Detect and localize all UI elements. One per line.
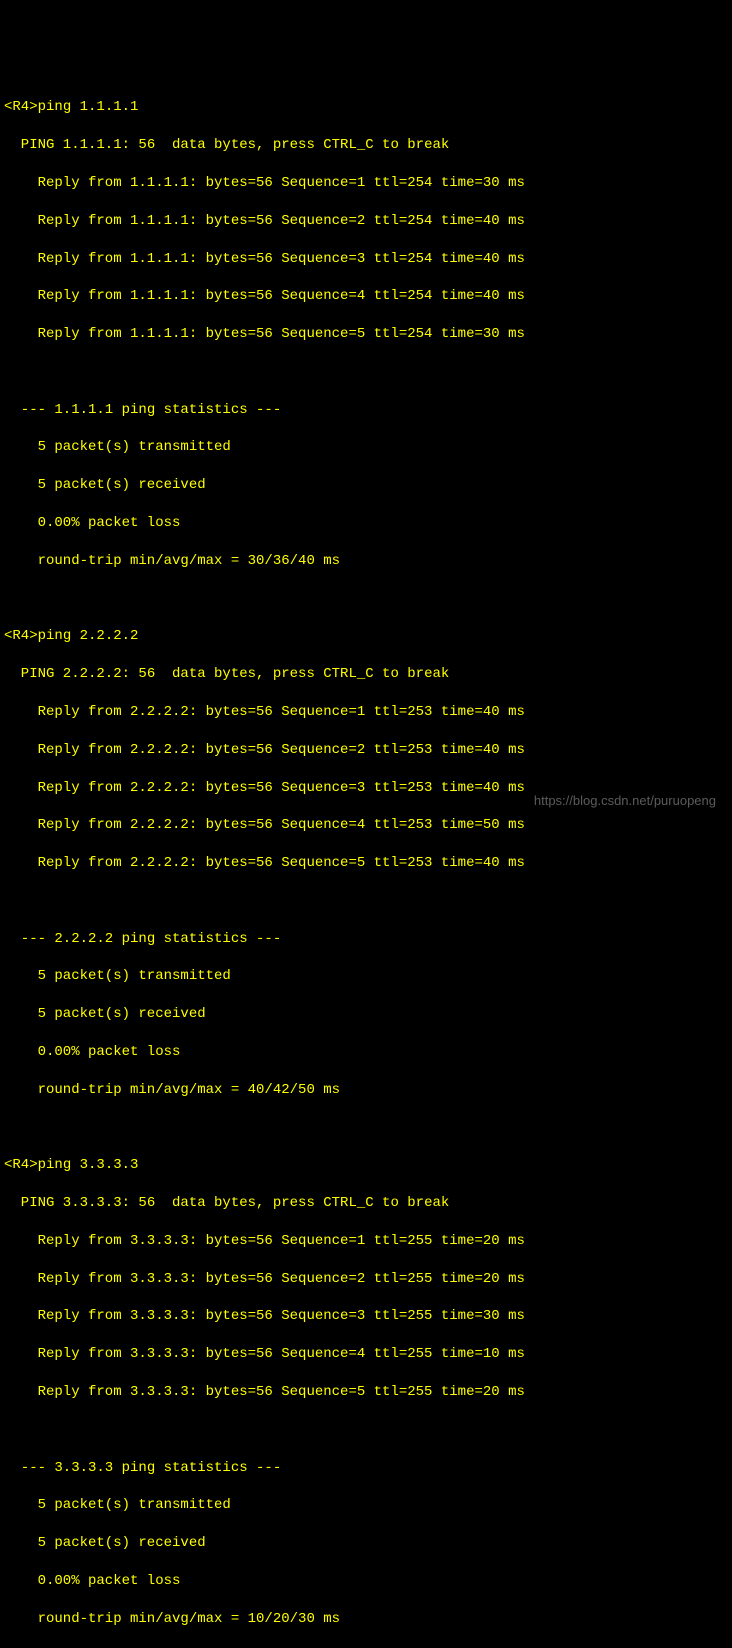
command: ping 1.1.1.1 bbox=[38, 99, 139, 115]
ping-reply: Reply from 3.3.3.3: bytes=56 Sequence=5 … bbox=[4, 1383, 728, 1402]
prompt-line: <R4>ping 1.1.1.1 bbox=[4, 98, 728, 117]
ping-reply: Reply from 2.2.2.2: bytes=56 Sequence=1 … bbox=[4, 703, 728, 722]
stats-roundtrip: round-trip min/avg/max = 40/42/50 ms bbox=[4, 1081, 728, 1100]
terminal-output[interactable]: <R4>ping 1.1.1.1 PING 1.1.1.1: 56 data b… bbox=[4, 80, 728, 1648]
stats-transmitted: 5 packet(s) transmitted bbox=[4, 438, 728, 457]
stats-header: --- 1.1.1.1 ping statistics --- bbox=[4, 401, 728, 420]
stats-roundtrip: round-trip min/avg/max = 10/20/30 ms bbox=[4, 1610, 728, 1629]
blank-line bbox=[4, 892, 728, 911]
prompt: <R4> bbox=[4, 99, 38, 115]
ping-reply: Reply from 1.1.1.1: bytes=56 Sequence=4 … bbox=[4, 287, 728, 306]
prompt-line: <R4>ping 2.2.2.2 bbox=[4, 627, 728, 646]
ping-reply: Reply from 1.1.1.1: bytes=56 Sequence=1 … bbox=[4, 174, 728, 193]
ping-reply: Reply from 1.1.1.1: bytes=56 Sequence=2 … bbox=[4, 212, 728, 231]
prompt-line: <R4>ping 3.3.3.3 bbox=[4, 1156, 728, 1175]
stats-transmitted: 5 packet(s) transmitted bbox=[4, 967, 728, 986]
stats-header: --- 2.2.2.2 ping statistics --- bbox=[4, 930, 728, 949]
stats-received: 5 packet(s) received bbox=[4, 1534, 728, 1553]
ping-reply: Reply from 2.2.2.2: bytes=56 Sequence=4 … bbox=[4, 816, 728, 835]
stats-loss: 0.00% packet loss bbox=[4, 1043, 728, 1062]
prompt: <R4> bbox=[4, 628, 38, 644]
stats-received: 5 packet(s) received bbox=[4, 476, 728, 495]
ping-reply: Reply from 3.3.3.3: bytes=56 Sequence=3 … bbox=[4, 1307, 728, 1326]
stats-header: --- 3.3.3.3 ping statistics --- bbox=[4, 1459, 728, 1478]
stats-transmitted: 5 packet(s) transmitted bbox=[4, 1496, 728, 1515]
watermark: https://blog.csdn.net/puruopeng bbox=[534, 792, 716, 810]
stats-loss: 0.00% packet loss bbox=[4, 514, 728, 533]
ping-reply: Reply from 1.1.1.1: bytes=56 Sequence=5 … bbox=[4, 325, 728, 344]
command: ping 2.2.2.2 bbox=[38, 628, 139, 644]
blank-line bbox=[4, 590, 728, 609]
ping-reply: Reply from 2.2.2.2: bytes=56 Sequence=2 … bbox=[4, 741, 728, 760]
ping-reply: Reply from 3.3.3.3: bytes=56 Sequence=1 … bbox=[4, 1232, 728, 1251]
ping-reply: Reply from 2.2.2.2: bytes=56 Sequence=5 … bbox=[4, 854, 728, 873]
ping-reply: Reply from 3.3.3.3: bytes=56 Sequence=4 … bbox=[4, 1345, 728, 1364]
stats-roundtrip: round-trip min/avg/max = 30/36/40 ms bbox=[4, 552, 728, 571]
ping-reply: Reply from 3.3.3.3: bytes=56 Sequence=2 … bbox=[4, 1270, 728, 1289]
blank-line bbox=[4, 1119, 728, 1138]
stats-loss: 0.00% packet loss bbox=[4, 1572, 728, 1591]
ping-reply: Reply from 1.1.1.1: bytes=56 Sequence=3 … bbox=[4, 250, 728, 269]
prompt: <R4> bbox=[4, 1157, 38, 1173]
blank-line bbox=[4, 1421, 728, 1440]
ping-header: PING 2.2.2.2: 56 data bytes, press CTRL_… bbox=[4, 665, 728, 684]
ping-header: PING 3.3.3.3: 56 data bytes, press CTRL_… bbox=[4, 1194, 728, 1213]
stats-received: 5 packet(s) received bbox=[4, 1005, 728, 1024]
command: ping 3.3.3.3 bbox=[38, 1157, 139, 1173]
ping-header: PING 1.1.1.1: 56 data bytes, press CTRL_… bbox=[4, 136, 728, 155]
blank-line bbox=[4, 363, 728, 382]
